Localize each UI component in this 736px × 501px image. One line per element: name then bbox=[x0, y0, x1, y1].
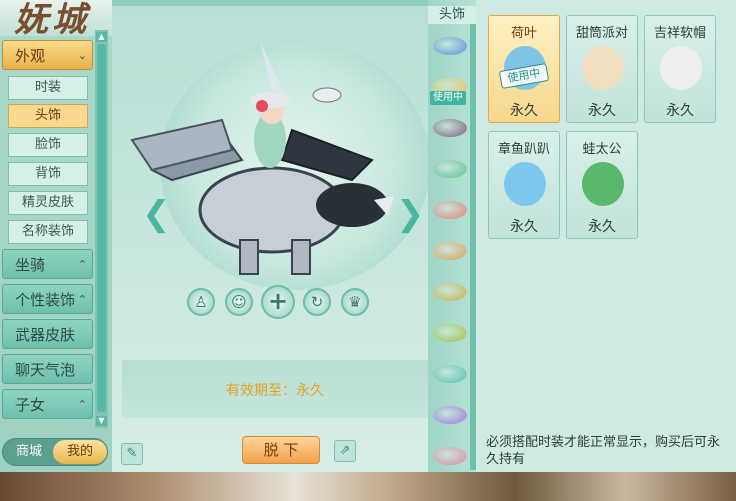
category-weapon-skin[interactable]: 武器皮肤 bbox=[2, 319, 93, 349]
shop-tab[interactable]: 商城 bbox=[3, 439, 55, 465]
ice-cream-hat-icon bbox=[582, 46, 624, 90]
chevron-up-icon: ⌃ bbox=[77, 398, 87, 411]
game-ui: 妩城 外观 ⌄ 时装 头饰 脸饰 背饰 精灵皮肤 名称装饰 坐骑 ⌃ 个性装饰 … bbox=[0, 0, 736, 501]
scroll-thumb[interactable] bbox=[97, 44, 106, 412]
logo-text: 妩城 bbox=[14, 0, 90, 36]
person-icon[interactable]: ♙ bbox=[187, 288, 215, 316]
chevron-up-icon: ⌃ bbox=[77, 293, 87, 306]
sidebar-scrollbar[interactable]: ▲ ▼ bbox=[95, 30, 108, 428]
item-name: 章鱼趴趴 bbox=[497, 142, 550, 157]
mine-tab[interactable]: 我的 bbox=[53, 440, 107, 464]
sub-face[interactable]: 脸饰 bbox=[8, 133, 88, 157]
item-card-frog[interactable]: 蛙太公 永久 bbox=[566, 131, 638, 239]
costume-icon[interactable]: ☺ bbox=[225, 288, 253, 316]
item-duration: 永久 bbox=[510, 219, 538, 235]
item-card-octopus[interactable]: 章鱼趴趴 永久 bbox=[488, 131, 560, 239]
strip-headwear-item[interactable] bbox=[433, 201, 467, 219]
category-label: 个性装饰 bbox=[15, 291, 76, 309]
outfit-icon[interactable]: ♛ bbox=[341, 288, 369, 316]
background-scenery bbox=[0, 470, 736, 501]
mount-character-model[interactable] bbox=[112, 20, 428, 290]
preview-top-edge bbox=[112, 0, 428, 6]
sub-spirit-skin[interactable]: 精灵皮肤 bbox=[8, 191, 88, 215]
category-label: 坐骑 bbox=[15, 256, 46, 274]
notice-text: 必须搭配时装才能正常显示，购买后可永久持有 bbox=[486, 435, 721, 467]
headwear-strip bbox=[428, 0, 476, 472]
category-label: 武器皮肤 bbox=[15, 326, 76, 344]
sub-headwear[interactable]: 头饰 bbox=[8, 104, 88, 128]
character-figure bbox=[130, 40, 394, 275]
strip-headwear-item[interactable] bbox=[433, 365, 467, 383]
strip-headwear-item[interactable] bbox=[433, 37, 467, 55]
category-appearance[interactable]: 外观 ⌄ bbox=[2, 40, 93, 70]
category-mount[interactable]: 坐骑 ⌃ bbox=[2, 249, 93, 279]
sub-name-decor[interactable]: 名称装饰 bbox=[8, 220, 88, 244]
item-card-lucky-cap[interactable]: 吉祥软帽 永久 bbox=[644, 15, 716, 123]
strip-headwear-item[interactable] bbox=[433, 283, 467, 301]
rotate-right-arrow-icon[interactable]: ❯ bbox=[396, 192, 425, 236]
add-icon[interactable]: + bbox=[261, 285, 295, 319]
strip-headwear-item[interactable] bbox=[433, 447, 467, 465]
strip-headwear-item[interactable] bbox=[433, 324, 467, 342]
item-name: 吉祥软帽 bbox=[653, 26, 706, 41]
validity-bar: 有效期至：永久 bbox=[122, 360, 428, 418]
item-name: 甜筒派对 bbox=[575, 26, 628, 41]
rotate-left-arrow-icon[interactable]: ❮ bbox=[142, 192, 171, 236]
octopus-icon bbox=[504, 162, 546, 206]
shop-mine-toggle: 商城 我的 bbox=[2, 438, 108, 466]
strip-headwear-item[interactable] bbox=[433, 160, 467, 178]
category-label: 外观 bbox=[15, 47, 46, 65]
edit-icon[interactable]: ✎ bbox=[121, 443, 143, 465]
category-children[interactable]: 子女 ⌃ bbox=[2, 389, 93, 419]
strip-headwear-item[interactable] bbox=[433, 242, 467, 260]
sub-fashion[interactable]: 时装 bbox=[8, 76, 88, 100]
scroll-down-icon[interactable]: ▼ bbox=[96, 416, 107, 426]
chevron-down-icon: ⌄ bbox=[77, 49, 87, 62]
frog-fisher-icon bbox=[582, 162, 624, 206]
sub-back[interactable]: 背饰 bbox=[8, 162, 88, 186]
share-icon[interactable]: ⇗ bbox=[334, 440, 356, 462]
item-duration: 永久 bbox=[666, 103, 694, 119]
in-use-tag: 使用中 bbox=[430, 91, 466, 105]
category-personal-decor[interactable]: 个性装饰 ⌃ bbox=[2, 284, 93, 314]
scroll-up-icon[interactable]: ▲ bbox=[96, 32, 107, 42]
category-label: 子女 bbox=[15, 396, 46, 414]
chevron-up-icon: ⌃ bbox=[77, 258, 87, 271]
strip-headwear-item[interactable] bbox=[433, 406, 467, 424]
take-off-button[interactable]: 脱 下 bbox=[242, 436, 320, 464]
item-duration: 永久 bbox=[588, 103, 616, 119]
strip-headwear-item[interactable] bbox=[433, 119, 467, 137]
strip-header: 头饰 bbox=[428, 6, 476, 24]
item-duration: 永久 bbox=[510, 103, 538, 119]
item-name: 蛙太公 bbox=[582, 142, 622, 157]
category-chat-bubble[interactable]: 聊天气泡 bbox=[2, 354, 93, 384]
category-label: 聊天气泡 bbox=[15, 361, 76, 379]
soft-cap-icon bbox=[660, 46, 702, 90]
item-card-lotus-leaf[interactable]: 荷叶 使用中 永久 bbox=[488, 15, 560, 123]
item-duration: 永久 bbox=[588, 219, 616, 235]
item-name: 荷叶 bbox=[510, 26, 537, 41]
valid-until-text: 有效期至：永久 bbox=[226, 383, 324, 399]
item-card-cone-party[interactable]: 甜筒派对 永久 bbox=[566, 15, 638, 123]
rotate-icon[interactable]: ↻ bbox=[303, 288, 331, 316]
